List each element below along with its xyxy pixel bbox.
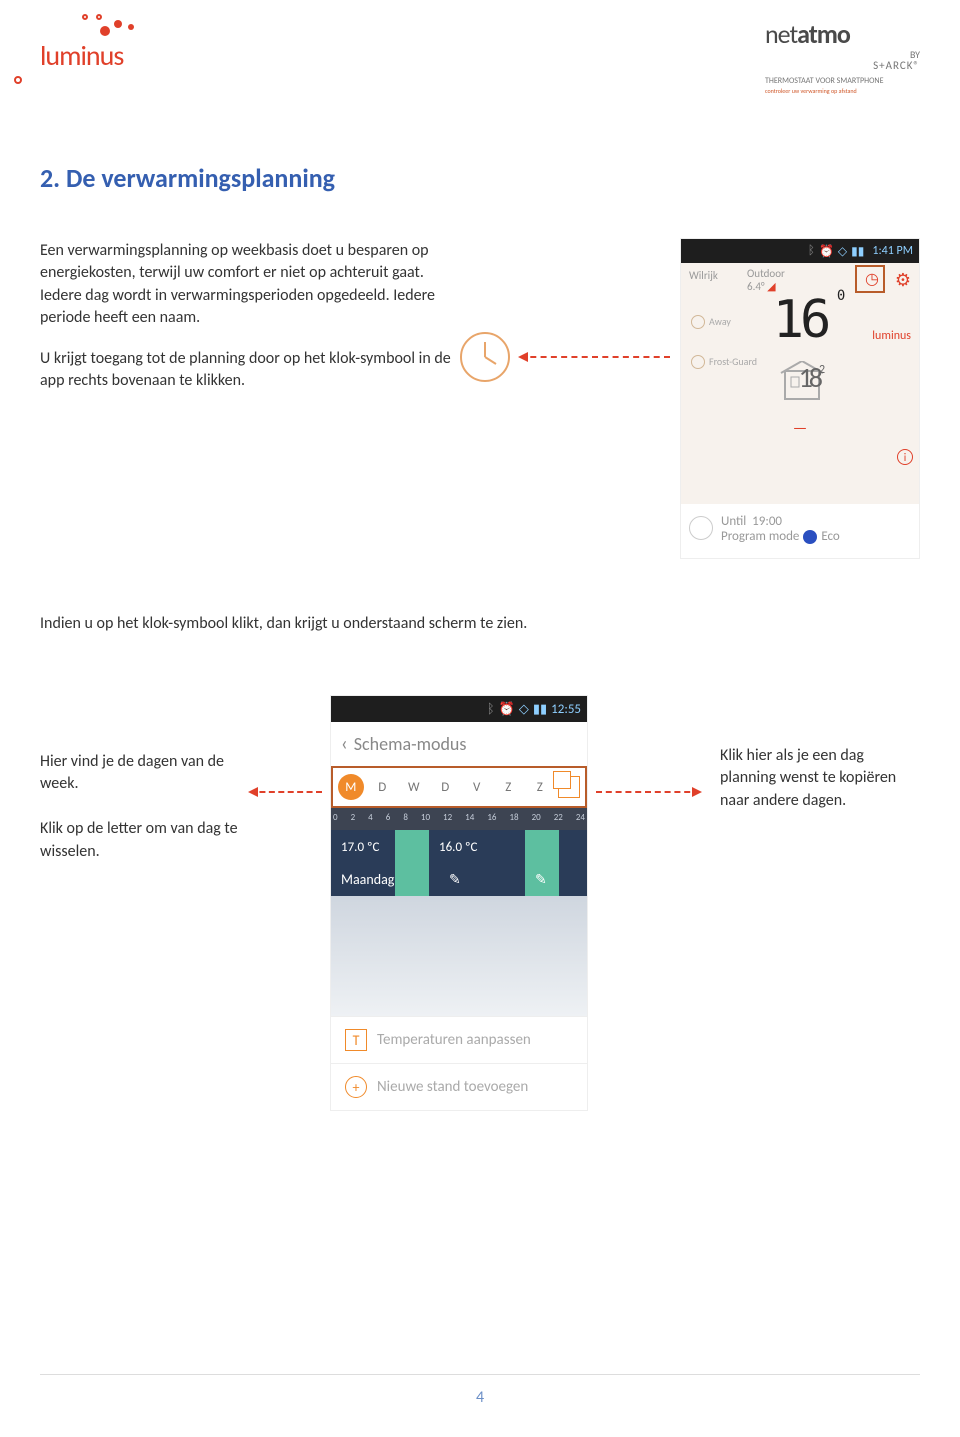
edit-icon[interactable]: ✎ xyxy=(449,871,461,888)
day-button[interactable]: Z xyxy=(495,774,521,800)
frost-icon[interactable] xyxy=(691,355,705,369)
thermometer-icon: T xyxy=(345,1029,367,1051)
phone-screenshot-1: ᛒ ⏰ ◇ ▮▮ 1:41 PM Wilrijk Outdoor 6.4° ◢ … xyxy=(680,238,920,559)
callout-left: Hier vind je de dagen van de week. Klik … xyxy=(40,751,240,863)
away-label: Away xyxy=(709,311,731,333)
plus-icon: + xyxy=(345,1076,367,1098)
outdoor-temp: 6.4° xyxy=(747,280,765,293)
netatmo-logo: netatmo BY S+ARCK® THERMOSTAAT VOOR SMAR… xyxy=(765,18,920,95)
edit-icon[interactable]: ✎ xyxy=(535,871,547,888)
until-label: Until xyxy=(721,514,746,529)
footer-rule xyxy=(40,1374,920,1375)
screen-header[interactable]: ‹ Schema-modus xyxy=(331,722,587,766)
luminus-mini-label: luminus xyxy=(872,329,911,343)
day-button[interactable]: M xyxy=(338,774,364,800)
day-name: Maandag xyxy=(341,871,394,888)
alarm-icon: ⏰ xyxy=(819,244,834,259)
signal-icon: ▮▮ xyxy=(533,702,547,717)
callout-right: Klik hier als je een dag planning wenst … xyxy=(720,745,920,812)
program-panel: Until 19:00 Program mode Eco xyxy=(681,504,919,558)
back-icon[interactable]: ‹ xyxy=(341,732,348,756)
status-bar: ᛒ ⏰ ◇ ▮▮ 12:55 xyxy=(331,696,587,722)
status-time: 12:55 xyxy=(551,702,581,717)
mode-list: Away Frost-Guard xyxy=(691,311,757,373)
temp-label-2: 16.0 ºC xyxy=(439,840,477,855)
time-ruler: 024681012141618202224 xyxy=(331,808,587,830)
away-icon[interactable] xyxy=(691,315,705,329)
paragraph-2: U krijgt toegang tot de planning door op… xyxy=(40,348,460,393)
page-header: luminus netatmo BY S+ARCK® THERMOSTAAT V… xyxy=(40,18,920,90)
day-button[interactable]: Z xyxy=(527,774,553,800)
netatmo-starck: S+ARCK® xyxy=(765,59,920,72)
day-button[interactable]: V xyxy=(464,774,490,800)
option-add-mode[interactable]: + Nieuwe stand toevoegen xyxy=(331,1063,587,1110)
main-temperature: 160 xyxy=(773,290,828,350)
decor-circle-icon xyxy=(14,76,22,84)
phone-screenshot-2: ᛒ ⏰ ◇ ▮▮ 12:55 ‹ Schema-modus M D W D V … xyxy=(330,695,588,1111)
netatmo-tagline2: controleer uw verwarming op afstand xyxy=(765,87,920,95)
day-button[interactable]: D xyxy=(432,774,458,800)
netatmo-wordmark: netatmo xyxy=(765,18,920,50)
page-number: 4 xyxy=(476,1388,484,1407)
mid-paragraph: Indien u op het klok-symbool klikt, dan … xyxy=(40,614,920,633)
copy-day-icon[interactable] xyxy=(558,776,580,798)
day-button[interactable]: D xyxy=(369,774,395,800)
eco-dot-icon xyxy=(803,530,817,544)
outdoor-label: Outdoor xyxy=(747,267,785,280)
frost-label: Frost-Guard xyxy=(709,351,757,373)
until-time: 19:00 xyxy=(752,514,782,529)
arrow-right-icon xyxy=(596,791,700,793)
spacer xyxy=(331,896,587,1016)
luminus-logo: luminus xyxy=(40,20,190,73)
arrow-left-icon xyxy=(250,791,322,793)
section-heading: 2. De verwarmingsplanning xyxy=(40,162,920,194)
days-row: M D W D V Z Z xyxy=(331,766,587,808)
highlight-box xyxy=(855,265,885,293)
netatmo-tagline1: THERMOSTAAT VOOR SMARTPHONE xyxy=(765,76,920,86)
program-mode-label: Program mode xyxy=(721,529,799,544)
location-label: Wilrijk xyxy=(689,269,718,282)
bluetooth-icon: ᛒ xyxy=(808,244,815,258)
temp-label-1: 17.0 ºC xyxy=(341,840,379,855)
day-button[interactable]: W xyxy=(401,774,427,800)
wifi-icon: ◇ xyxy=(519,702,529,717)
alarm-icon: ⏰ xyxy=(499,702,515,717)
signal-icon: ▮▮ xyxy=(851,244,864,259)
clock-icon xyxy=(689,516,713,540)
intro-text: Een verwarmingsplanning op weekbasis doe… xyxy=(40,240,460,392)
clock-illustration-icon xyxy=(458,330,512,384)
arrow-dashed-icon xyxy=(520,356,670,358)
info-icon[interactable]: i xyxy=(897,449,913,465)
settings-gear-icon[interactable]: ⚙ xyxy=(895,269,911,291)
wifi-icon: ◇ xyxy=(838,244,847,259)
status-bar: ᛒ ⏰ ◇ ▮▮ 1:41 PM xyxy=(681,239,919,263)
screen-title: Schema-modus xyxy=(354,733,467,755)
option-adjust-temps[interactable]: T Temperaturen aanpassen xyxy=(331,1016,587,1063)
program-mode-value: Eco xyxy=(821,529,839,544)
paragraph-1: Een verwarmingsplanning op weekbasis doe… xyxy=(40,240,460,330)
bluetooth-icon: ᛒ xyxy=(487,702,495,717)
status-time: 1:41 PM xyxy=(872,244,913,258)
luminus-wordmark: luminus xyxy=(40,38,190,73)
schedule-strip[interactable]: 17.0 ºC 16.0 ºC Maandag ✎ ✎ xyxy=(331,830,587,896)
